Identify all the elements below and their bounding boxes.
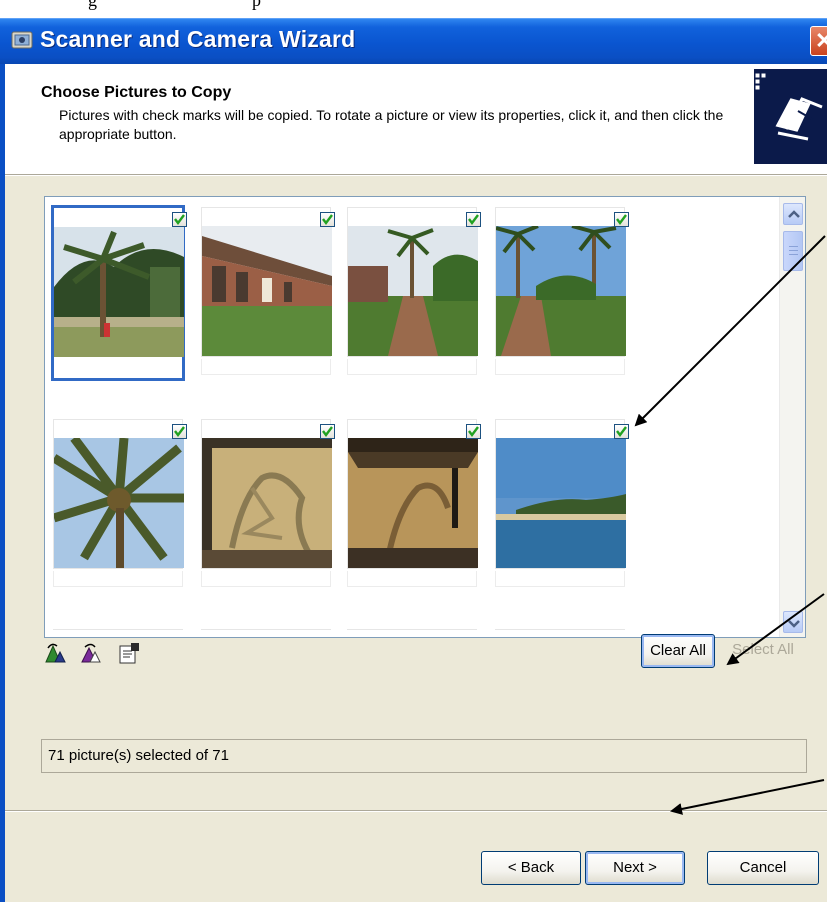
thumbnail-checkbox[interactable] — [466, 212, 481, 227]
thumbnail-item[interactable] — [491, 415, 629, 595]
check-icon — [468, 426, 479, 437]
check-icon — [616, 214, 627, 225]
photo-brick-building — [202, 226, 332, 356]
chevron-up-icon — [788, 210, 800, 218]
thumbnail-checkbox[interactable] — [320, 424, 335, 439]
check-icon — [616, 426, 627, 437]
check-icon — [468, 214, 479, 225]
next-button[interactable]: Next > — [585, 851, 685, 885]
thumbnail-list[interactable] — [44, 196, 806, 638]
check-icon — [174, 426, 185, 437]
thumbnail-item[interactable] — [49, 415, 187, 595]
thumbnail-checkbox[interactable] — [466, 424, 481, 439]
title-bar: Scanner and Camera Wizard ✕ — [0, 18, 827, 64]
selection-status: 71 picture(s) selected of 71 — [41, 739, 807, 773]
rotate-right-icon[interactable] — [79, 642, 103, 664]
back-button[interactable]: < Back — [481, 851, 581, 885]
properties-icon[interactable] — [117, 642, 141, 664]
close-icon: ✕ — [815, 28, 827, 53]
close-button[interactable]: ✕ — [810, 26, 827, 56]
wizard-header: Choose Pictures to Copy Pictures with ch… — [5, 64, 827, 174]
wizard-body: Clear All Select All 71 picture(s) selec… — [5, 176, 827, 902]
thumbnail-item-partial — [201, 629, 331, 637]
thumbnail-item[interactable] — [343, 203, 481, 383]
thumbnail-item[interactable] — [343, 415, 481, 595]
thumbnail-item-partial — [347, 629, 477, 637]
thumbnail-checkbox[interactable] — [614, 212, 629, 227]
footer-divider — [5, 810, 827, 812]
photo-shade-blind — [202, 438, 332, 568]
chevron-down-icon — [788, 620, 800, 628]
clear-all-button[interactable]: Clear All — [641, 634, 715, 668]
check-icon — [322, 426, 333, 437]
cancel-button[interactable]: Cancel — [707, 851, 819, 885]
rotate-left-icon[interactable] — [43, 642, 67, 664]
thumbnail-item[interactable] — [197, 415, 335, 595]
wizard-logo-icon — [754, 69, 827, 164]
thumbnail-checkbox[interactable] — [172, 424, 187, 439]
photo-garden-path — [348, 226, 478, 356]
thumbnail-item-partial — [495, 629, 625, 637]
select-all-button[interactable]: Select All — [721, 634, 805, 668]
check-icon — [322, 214, 333, 225]
check-icon — [174, 214, 185, 225]
photo-palm-yard — [54, 227, 184, 357]
thumbnail-item[interactable] — [491, 203, 629, 383]
thumbnail-item-partial — [53, 629, 183, 637]
photo-palm-crown — [54, 438, 184, 568]
thumbnail-item[interactable] — [197, 203, 335, 383]
cropped-top-text: g p — [0, 0, 827, 18]
thumbnail-item[interactable] — [49, 203, 187, 383]
scrollbar-thumb[interactable] — [783, 231, 803, 271]
photo-beach-water — [496, 438, 626, 568]
thumbnail-checkbox[interactable] — [172, 212, 187, 227]
photo-garden-path-2 — [496, 226, 626, 356]
photo-shade-blind-2 — [348, 438, 478, 568]
thumbnail-checkbox[interactable] — [320, 212, 335, 227]
scroll-down-button[interactable] — [783, 611, 803, 633]
vertical-scrollbar[interactable] — [779, 197, 805, 637]
page-title: Choose Pictures to Copy — [41, 84, 232, 101]
thumbnail-checkbox[interactable] — [614, 424, 629, 439]
scroll-up-button[interactable] — [783, 203, 803, 225]
page-description: Pictures with check marks will be copied… — [59, 107, 724, 142]
window-title: Scanner and Camera Wizard — [40, 26, 356, 52]
scanner-camera-app-icon — [11, 31, 33, 49]
